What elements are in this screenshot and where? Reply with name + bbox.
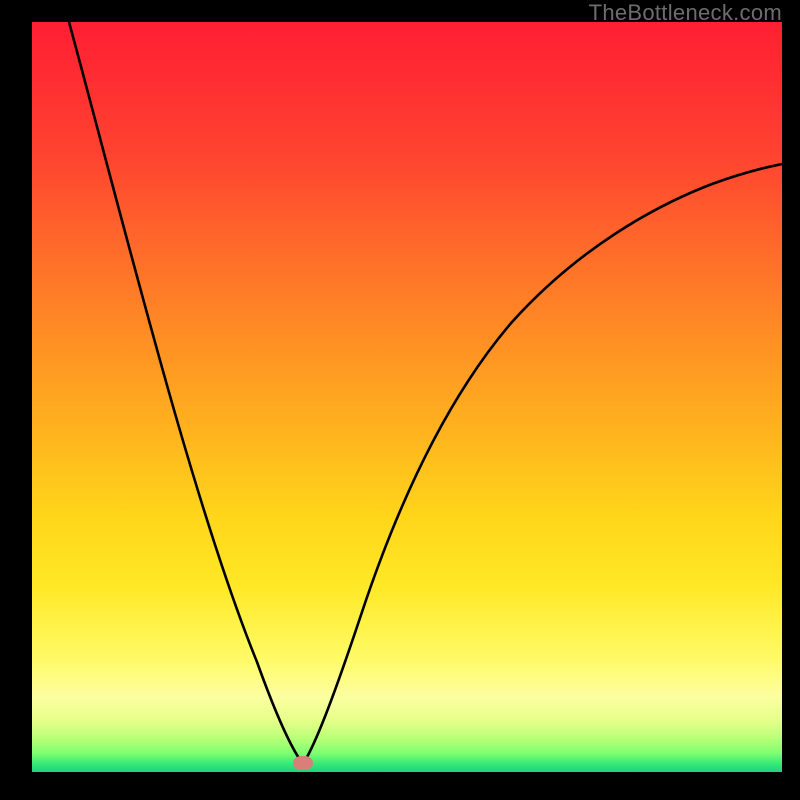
bottleneck-curve (32, 22, 782, 772)
plot-area (32, 22, 782, 772)
curve-path (69, 22, 782, 764)
chart-frame: TheBottleneck.com (0, 0, 800, 800)
minimum-marker (293, 756, 313, 770)
